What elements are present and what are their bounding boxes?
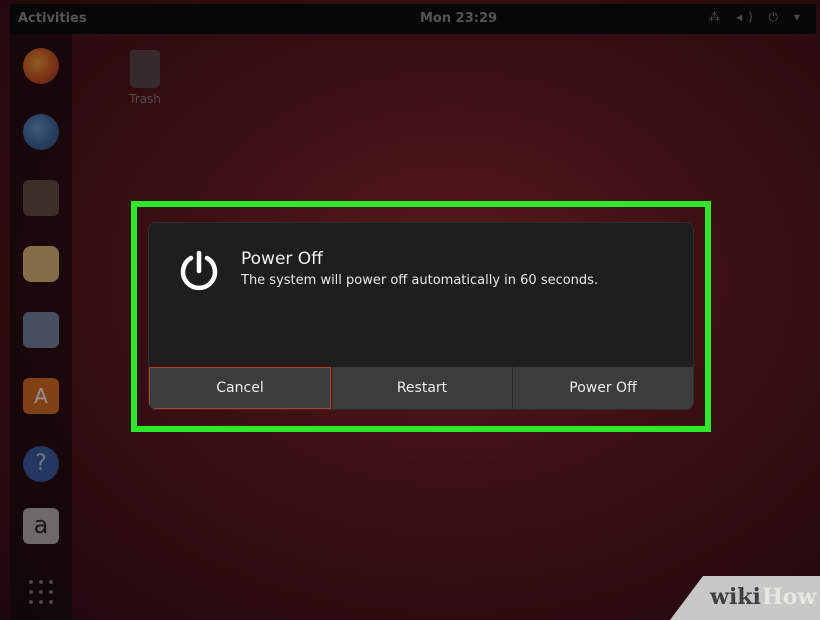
dock: A ? a xyxy=(10,34,72,620)
firefox-icon[interactable] xyxy=(23,48,59,84)
clock[interactable]: Mon 23:29 xyxy=(420,11,497,26)
power-icon xyxy=(177,249,221,293)
top-bar: Activities Mon 23:29 ⁂ ◂) ⏻ ▾ xyxy=(10,4,816,34)
system-tray[interactable]: ⁂ ◂) ⏻ ▾ xyxy=(708,10,806,25)
watermark-wiki: wiki xyxy=(710,584,761,610)
amazon-letter: a xyxy=(33,511,49,539)
watermark-how: How xyxy=(762,584,817,610)
thunderbird-icon[interactable] xyxy=(23,114,59,150)
help-glyph: ? xyxy=(35,451,47,476)
trash-label: Trash xyxy=(129,92,161,106)
writer-icon[interactable] xyxy=(23,312,59,348)
rhythmbox-icon[interactable] xyxy=(23,246,59,282)
cancel-button[interactable]: Cancel xyxy=(149,367,331,409)
dialog-title: Power Off xyxy=(241,249,323,269)
app-grid-icon[interactable] xyxy=(23,574,59,610)
files-icon[interactable] xyxy=(23,180,59,216)
trash-icon xyxy=(130,50,160,88)
power-off-button[interactable]: Power Off xyxy=(512,367,693,409)
amazon-icon[interactable]: a xyxy=(23,508,59,544)
wikihow-watermark: wiki How xyxy=(670,576,820,620)
dialog-message: The system will power off automatically … xyxy=(241,273,599,288)
activities-button[interactable]: Activities xyxy=(18,11,87,26)
power-off-dialog: Power Off The system will power off auto… xyxy=(148,222,694,410)
help-icon[interactable]: ? xyxy=(23,446,59,482)
software-icon[interactable]: A xyxy=(23,378,59,414)
dialog-button-row: Cancel Restart Power Off xyxy=(149,367,693,409)
restart-button[interactable]: Restart xyxy=(331,367,512,409)
software-letter: A xyxy=(34,384,48,408)
trash-desktop-icon[interactable]: Trash xyxy=(120,50,170,106)
desktop-screenshot: Activities Mon 23:29 ⁂ ◂) ⏻ ▾ A ? a Tras… xyxy=(0,0,820,620)
